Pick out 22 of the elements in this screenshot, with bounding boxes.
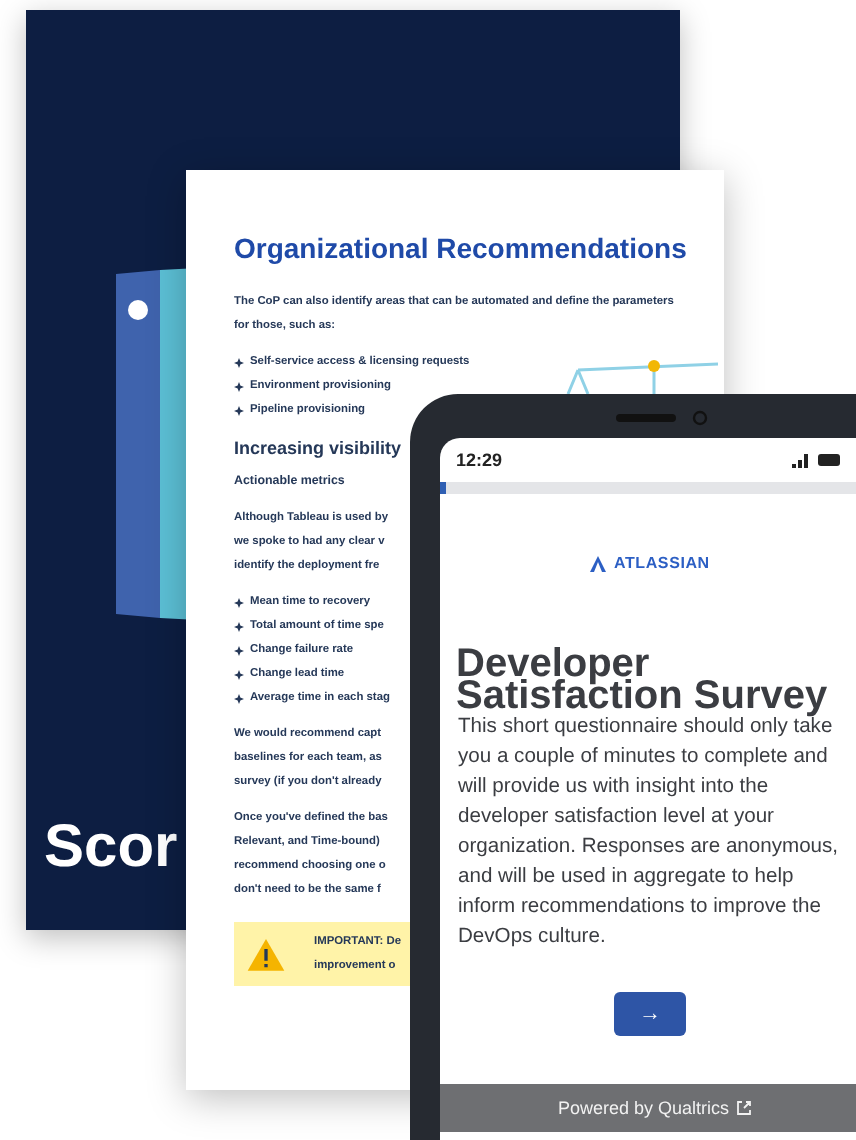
bullet-icon — [234, 645, 244, 655]
warning-icon — [246, 934, 286, 974]
survey-description: This short questionnaire should only take you a couple of minutes to complete and will provide us with insight into the developer satisfaction level at your organization. Responses are anonymous, and will be used in aggregate to help inform recommendations to improve the DevOps culture. — [458, 716, 841, 952]
section-heading: Increasing visibility — [234, 436, 402, 462]
bullet-icon — [234, 621, 244, 631]
bullet-icon — [234, 693, 244, 703]
cover-title: Scor — [44, 814, 178, 882]
logo-text: ATLASSIAN — [614, 554, 710, 572]
next-button[interactable]: → — [614, 992, 686, 1036]
bullet-icon — [234, 405, 244, 415]
status-time: 12:29 — [456, 450, 503, 470]
logo-icon — [590, 555, 606, 571]
survey-title: Developer Satisfaction Survey — [456, 648, 828, 712]
battery-icon — [818, 454, 840, 466]
bullet-icon — [234, 669, 244, 679]
bullet-icon — [234, 357, 244, 367]
document-heading: Organizational Recommendations — [234, 230, 687, 266]
footer-text: Powered by Qualtrics — [558, 1098, 730, 1118]
signal-icon — [792, 453, 810, 467]
bullet-icon — [234, 597, 244, 607]
bullet-icon — [234, 381, 244, 391]
external-link-icon — [735, 1100, 752, 1116]
